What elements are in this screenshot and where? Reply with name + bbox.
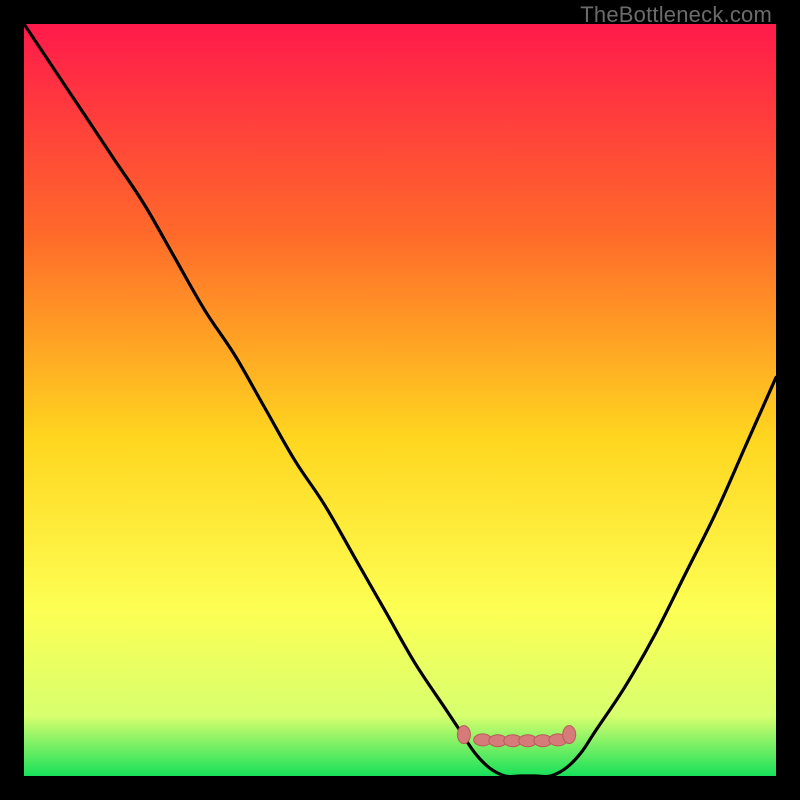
- bottleneck-chart: [24, 24, 776, 776]
- watermark-text: TheBottleneck.com: [580, 2, 772, 28]
- optimal-marker: [457, 726, 470, 744]
- gradient-backplate: [24, 24, 776, 776]
- chart-frame: [24, 24, 776, 776]
- optimal-marker: [563, 726, 576, 744]
